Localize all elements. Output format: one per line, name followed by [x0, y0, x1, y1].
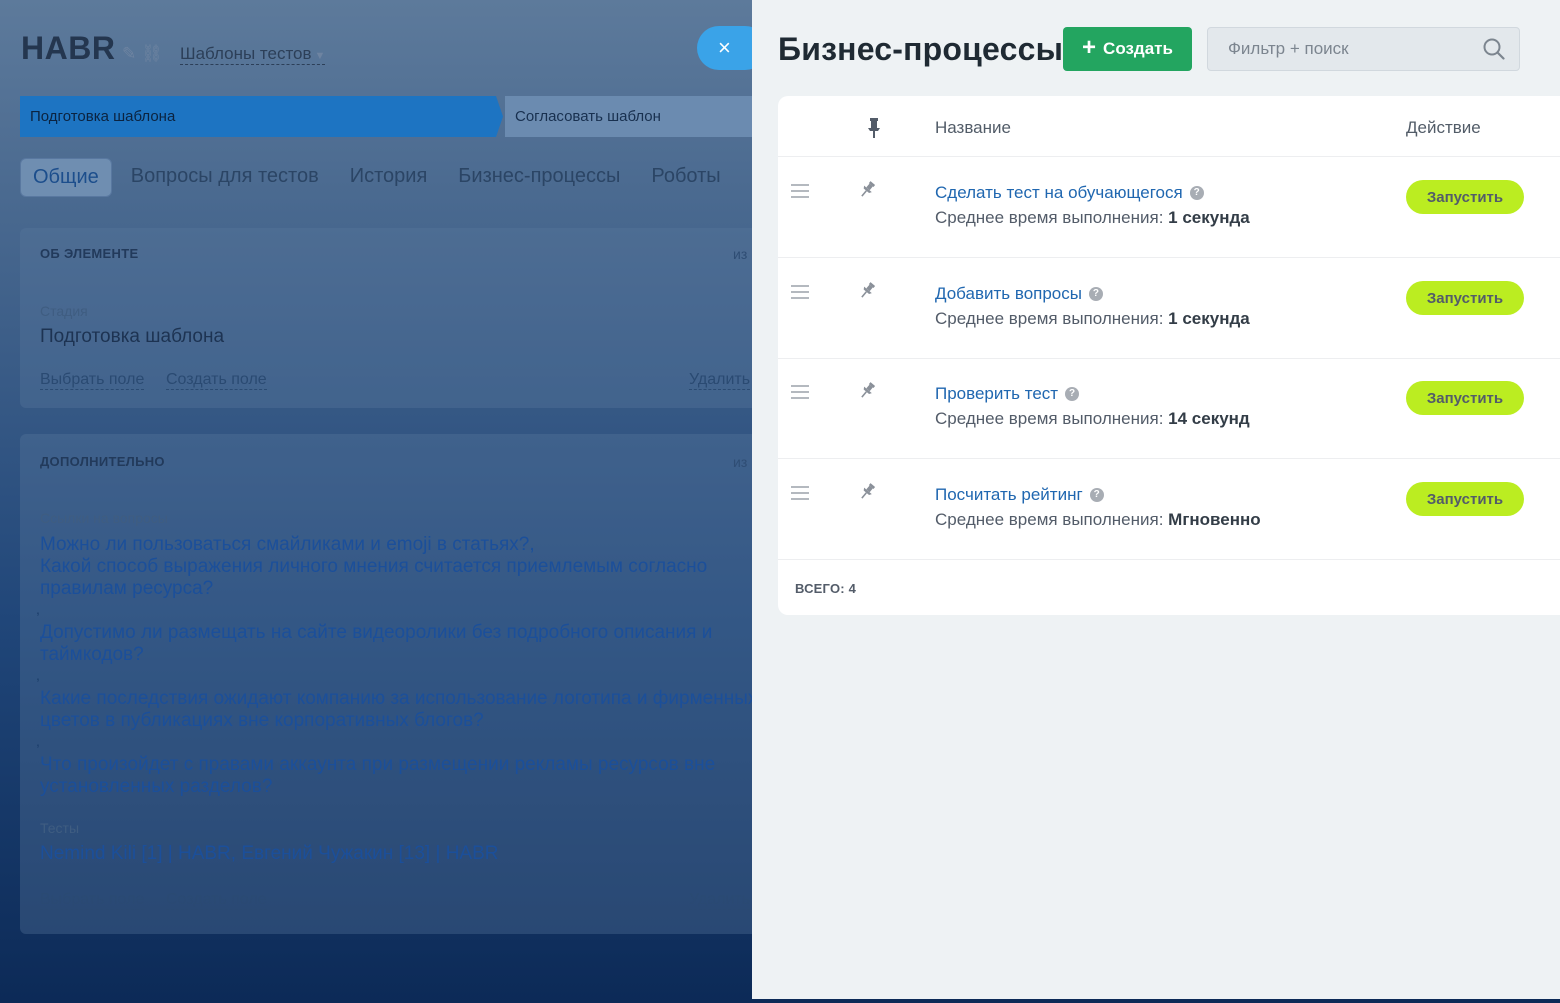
help-icon[interactable]: ?: [1089, 488, 1104, 502]
avg-time-label: Среднее время выполнения:: [935, 208, 1164, 227]
separator: ,: [36, 667, 40, 683]
close-icon: ×: [718, 35, 731, 60]
pin-icon[interactable]: [857, 180, 877, 205]
edit-link-icons[interactable]: ✎ ⛓: [122, 44, 163, 64]
column-action: Действие: [1406, 118, 1481, 137]
chevron-down-icon: ▼: [314, 50, 326, 62]
avg-time-value: 14 секунд: [1168, 409, 1250, 428]
tab-general[interactable]: Общие: [20, 158, 112, 197]
avg-time: Среднее время выполнения: 1 секунда: [935, 309, 1250, 329]
tab-questions[interactable]: Вопросы для тестов: [119, 158, 331, 197]
question-link[interactable]: Допустимо ли размещать на сайте видеорол…: [40, 622, 760, 666]
run-button[interactable]: Запустить: [1406, 381, 1524, 415]
help-icon[interactable]: ?: [1088, 287, 1103, 301]
process-link[interactable]: Добавить вопросы: [935, 284, 1082, 303]
separator: ,: [36, 733, 40, 749]
table-row: Сделать тест на обучающегося? Среднее вр…: [778, 157, 1560, 258]
about-edit-link[interactable]: из: [733, 246, 747, 262]
page-title: HABR: [21, 30, 116, 66]
create-field-link[interactable]: Создать поле: [166, 891, 267, 910]
template-dropdown[interactable]: Шаблоны тестов ▼: [180, 44, 326, 65]
select-field-link[interactable]: Выбрать поле: [40, 891, 145, 910]
stage-value: Подготовка шаблона: [40, 326, 225, 347]
table-total: ВСЕГО: 4: [795, 581, 856, 596]
about-header: ОБ ЭЛЕМЕНТЕ: [40, 246, 139, 261]
create-label: Создать: [1103, 39, 1173, 58]
delete-link[interactable]: Удалить: [689, 371, 751, 390]
process-name[interactable]: Проверить тест?: [935, 384, 1080, 404]
pin-icon[interactable]: [857, 482, 877, 507]
separator: ,: [36, 601, 40, 617]
tab-history[interactable]: История: [338, 158, 440, 197]
create-button[interactable]: + Создать: [1063, 27, 1192, 71]
avg-time: Среднее время выполнения: 14 секунд: [935, 409, 1250, 429]
tab-robots[interactable]: Роботы: [639, 158, 732, 197]
process-link[interactable]: Посчитать рейтинг: [935, 485, 1083, 504]
pencil-icon[interactable]: ✎: [122, 44, 136, 63]
question-link[interactable]: Что произойдет с правами аккаунта при ра…: [40, 754, 760, 798]
extra-edit-link[interactable]: из: [733, 454, 747, 470]
stage-approve[interactable]: Согласовать шаблон: [505, 96, 765, 137]
avg-time-value: Мгновенно: [1168, 510, 1261, 529]
delete-link[interactable]: Удалить: [689, 891, 751, 910]
create-field-link[interactable]: Создать поле: [166, 371, 267, 390]
run-button[interactable]: Запустить: [1406, 281, 1524, 315]
process-link[interactable]: Проверить тест: [935, 384, 1058, 403]
tests-label: Тесты: [40, 820, 80, 836]
help-icon[interactable]: ?: [1189, 186, 1204, 200]
run-button[interactable]: Запустить: [1406, 482, 1524, 516]
search-input[interactable]: [1228, 39, 1483, 59]
table-row: Посчитать рейтинг? Среднее время выполне…: [778, 459, 1560, 560]
process-link[interactable]: Сделать тест на обучающегося: [935, 183, 1183, 202]
template-link[interactable]: Шаблоны тестов: [180, 44, 312, 63]
run-button[interactable]: Запустить: [1406, 180, 1524, 214]
avg-time: Среднее время выполнения: Мгновенно: [935, 510, 1261, 530]
tabs: Общие Вопросы для тестов История Бизнес-…: [20, 158, 806, 197]
process-name[interactable]: Добавить вопросы?: [935, 284, 1103, 304]
total-count: 4: [848, 581, 857, 596]
search-field[interactable]: [1207, 27, 1520, 71]
process-name[interactable]: Посчитать рейтинг?: [935, 485, 1104, 505]
table-row: Проверить тест? Среднее время выполнения…: [778, 358, 1560, 459]
avg-time-label: Среднее время выполнения:: [935, 309, 1164, 328]
avg-time-label: Среднее время выполнения:: [935, 510, 1164, 529]
extra-header: ДОПОЛНИТЕЛЬНО: [40, 454, 165, 469]
tests-value[interactable]: Nemind Kili [1] | HABR, Евгений Чужакин …: [40, 843, 760, 865]
table-row: Добавить вопросы? Среднее время выполнен…: [778, 258, 1560, 359]
search-icon[interactable]: [1483, 38, 1505, 60]
total-label: ВСЕГО:: [795, 581, 845, 596]
pin-icon[interactable]: [857, 281, 877, 306]
panel-title: Бизнес-процессы: [778, 31, 1064, 67]
pin-column-icon[interactable]: [867, 117, 881, 144]
drag-handle-icon[interactable]: [791, 285, 809, 303]
pin-icon[interactable]: [857, 381, 877, 406]
process-table: Название Действие Сделать тест на обучаю…: [778, 96, 1560, 615]
stage-label: Стадия: [40, 303, 88, 319]
avg-time-label: Среднее время выполнения:: [935, 409, 1164, 428]
drag-handle-icon[interactable]: [791, 486, 809, 504]
links-label: Ссылки на вопросы: [40, 510, 168, 526]
avg-time-value: 1 секунда: [1168, 309, 1250, 328]
question-link[interactable]: Какие последствия ожидают компанию за ис…: [40, 688, 755, 732]
process-name[interactable]: Сделать тест на обучающегося?: [935, 183, 1204, 203]
column-name[interactable]: Название: [935, 118, 1011, 138]
plus-icon: +: [1082, 34, 1097, 61]
link-icon[interactable]: ⛓: [141, 44, 163, 63]
question-link[interactable]: Какой способ выражения личного мнения сч…: [40, 556, 760, 600]
business-processes-panel: Бизнес-процессы + Создать Название Дейст…: [752, 0, 1560, 999]
drag-handle-icon[interactable]: [791, 385, 809, 403]
avg-time-value: 1 секунда: [1168, 208, 1250, 227]
avg-time: Среднее время выполнения: 1 секунда: [935, 208, 1250, 228]
question-text[interactable]: Какие последствия ожидают компанию за ис…: [40, 688, 755, 732]
select-field-link[interactable]: Выбрать поле: [40, 371, 145, 390]
tab-business-processes[interactable]: Бизнес-процессы: [446, 158, 632, 197]
question-link[interactable]: Можно ли пользоваться смайликами и emoji…: [40, 534, 760, 556]
drag-handle-icon[interactable]: [791, 184, 809, 202]
stage-preparation[interactable]: Подготовка шаблона: [20, 96, 503, 137]
table-header: Название Действие: [778, 96, 1560, 157]
help-icon[interactable]: ?: [1065, 387, 1080, 401]
